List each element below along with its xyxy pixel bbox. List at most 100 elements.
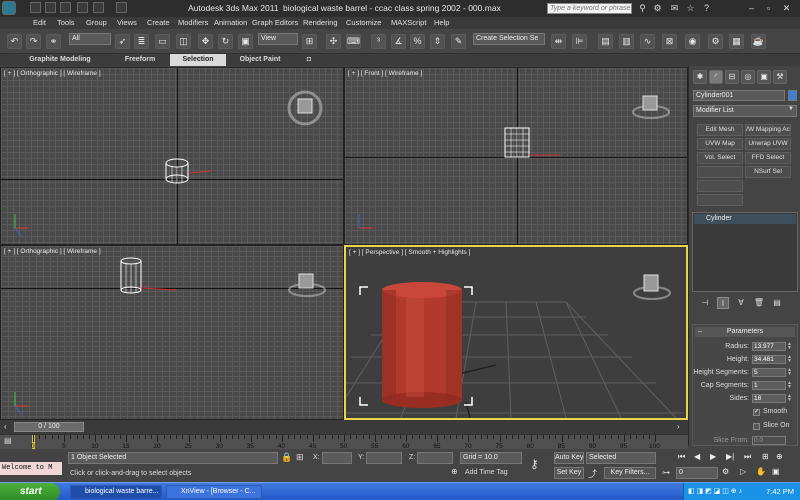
empty-modifier-button[interactable] xyxy=(697,180,743,192)
tab-object-paint[interactable]: Object Paint xyxy=(232,54,288,66)
time-slider[interactable]: ‹ 0 / 100 › xyxy=(0,420,688,434)
object-color-swatch[interactable] xyxy=(788,90,797,101)
maxscript-listener[interactable]: Welcome to M xyxy=(0,462,62,475)
menu-help[interactable]: Help xyxy=(434,18,449,27)
minimize-icon[interactable]: – xyxy=(745,2,758,14)
graphite-toggle-icon[interactable]: ▥ xyxy=(619,34,634,49)
menu-rendering[interactable]: Rendering xyxy=(303,18,338,27)
y-coordinate-field[interactable] xyxy=(366,452,402,464)
height-input[interactable]: 34.481 xyxy=(752,355,786,364)
height-segments-input[interactable]: 5 xyxy=(752,368,786,377)
percent-snap-icon[interactable]: % xyxy=(410,34,425,49)
taskbar-item-xnview[interactable]: XnView - [Browser - C... xyxy=(166,485,262,499)
select-and-scale-icon[interactable]: ▣ xyxy=(238,34,253,49)
viewcube-icon[interactable] xyxy=(285,266,335,306)
named-selection-dropdown[interactable]: Create Selection Se xyxy=(473,33,545,45)
spinner-icon[interactable]: ▲ ▼ xyxy=(787,342,793,351)
remove-modifier-icon[interactable]: 🗑 xyxy=(753,297,765,309)
menu-graph-editors[interactable]: Graph Editors xyxy=(252,18,298,27)
favorites-icon[interactable]: ☆ xyxy=(684,2,697,14)
menu-edit[interactable]: Edit xyxy=(33,18,46,27)
ribbon-options-icon[interactable]: ◘ xyxy=(302,54,316,66)
redo-icon[interactable] xyxy=(93,2,104,13)
play-icon[interactable]: ▶ xyxy=(710,452,716,461)
add-time-tag[interactable]: Add Time Tag xyxy=(465,469,508,476)
window-crossing-icon[interactable]: ◫ xyxy=(176,34,191,49)
select-and-rotate-icon[interactable]: ↻ xyxy=(218,34,233,49)
align-icon[interactable]: ⊫ xyxy=(572,34,587,49)
hierarchy-tab-icon[interactable]: ⊟ xyxy=(725,70,739,84)
menu-create[interactable]: Create xyxy=(147,18,170,27)
undo-icon[interactable] xyxy=(77,2,88,13)
stack-item-cylinder[interactable]: Cylinder xyxy=(694,214,796,224)
lock-selection-icon[interactable]: 🔒 xyxy=(281,452,293,464)
pivot-center-icon[interactable]: ⊞ xyxy=(302,34,317,49)
material-editor-icon[interactable]: ◉ xyxy=(685,34,700,49)
angle-snap-icon[interactable]: ∡ xyxy=(391,34,406,49)
search-input[interactable]: Type a keyword or phrase xyxy=(547,3,632,14)
select-and-move-icon[interactable]: ✥ xyxy=(198,34,213,49)
open-file-icon[interactable] xyxy=(45,2,56,13)
go-to-end-icon[interactable]: ⏭ xyxy=(744,452,751,462)
key-mode-toggle-icon[interactable]: ⊶ xyxy=(662,468,672,478)
select-by-name-icon[interactable]: ≣ xyxy=(134,34,149,49)
key-filters-button[interactable]: Key Filters... xyxy=(604,467,656,479)
set-key-button[interactable]: Set Key xyxy=(554,467,584,479)
spinner-icon[interactable]: ▲ ▼ xyxy=(787,355,793,364)
search-binoculars-icon[interactable]: ⚲ xyxy=(636,2,649,14)
redo-toolbar-icon[interactable]: ↷ xyxy=(26,34,41,49)
next-key-icon[interactable]: ▶| xyxy=(726,452,734,461)
mini-curve-editor-icon[interactable]: ▤ xyxy=(4,436,18,448)
edit-mesh-button[interactable]: Edit Mesh xyxy=(697,124,743,136)
select-manipulate-icon[interactable]: ✣ xyxy=(326,34,341,49)
start-button[interactable]: start xyxy=(0,483,60,500)
time-tag-icon[interactable]: ⊕ xyxy=(451,467,461,477)
schematic-view-icon[interactable]: ⊠ xyxy=(662,34,677,49)
spinner-icon[interactable]: ▲ ▼ xyxy=(787,394,793,403)
x-coordinate-field[interactable] xyxy=(322,452,352,464)
snaps-toggle-icon[interactable]: ³ xyxy=(371,34,386,49)
set-key-key-icon[interactable]: ⚷ xyxy=(530,457,548,471)
pan-view-icon[interactable]: ✋ xyxy=(756,467,768,479)
reference-coordinate-dropdown[interactable]: View xyxy=(258,33,298,45)
slice-from-input[interactable]: 0.0 xyxy=(752,436,786,445)
go-to-start-icon[interactable]: ⏮ xyxy=(678,452,685,462)
viewport-front[interactable]: [ + ] [ Front ] [ Wireframe ] xyxy=(344,67,688,245)
menu-animation[interactable]: Animation xyxy=(214,18,247,27)
sides-input[interactable]: 18 xyxy=(752,394,786,403)
modify-tab-icon[interactable]: ◜ xyxy=(709,70,723,84)
time-slider-thumb[interactable]: 0 / 100 xyxy=(14,422,84,432)
utilities-tab-icon[interactable]: ⚒ xyxy=(773,70,787,84)
tab-freeform[interactable]: Freeform xyxy=(118,54,162,66)
object-name-field[interactable]: Cylinder001 xyxy=(693,90,785,101)
slice-on-checkbox[interactable] xyxy=(753,423,760,430)
make-unique-icon[interactable]: ∀ xyxy=(735,297,747,309)
select-object-icon[interactable]: ➶ xyxy=(115,34,130,49)
zoom-extents-icon[interactable]: ⊞ xyxy=(762,452,769,461)
parameters-header[interactable]: – Parameters xyxy=(695,327,795,337)
new-file-icon[interactable] xyxy=(30,2,41,13)
communication-icon[interactable]: ✉ xyxy=(668,2,681,14)
current-frame-field[interactable]: 0 xyxy=(676,467,718,479)
keyboard-shortcut-icon[interactable]: ⌨ xyxy=(346,34,361,49)
project-folder-icon[interactable] xyxy=(116,2,127,13)
viewcube-icon[interactable] xyxy=(285,88,325,128)
nsurf-sel-button[interactable]: NSurf Sel xyxy=(745,166,791,178)
close-icon[interactable]: ✕ xyxy=(780,2,793,14)
viewport-orthographic-bottom-left[interactable]: [ + ] [ Orthographic ] [ Wireframe ] xyxy=(0,245,344,420)
unwrap-uvw-button[interactable]: Unwrap UVW xyxy=(745,138,791,150)
tab-selection[interactable]: Selection xyxy=(170,54,226,66)
tray-icons[interactable]: ◧ ◨ ◩ ◪ ◫ ⊕ ♪ xyxy=(688,487,742,495)
menu-views[interactable]: Views xyxy=(117,18,137,27)
uvw-mapping-button[interactable]: /W Mapping Ac xyxy=(745,124,791,136)
modifier-list-dropdown[interactable]: Modifier List xyxy=(693,105,797,117)
key-mode-dropdown[interactable]: Selected xyxy=(586,452,656,464)
undo-toolbar-icon[interactable]: ↶ xyxy=(7,34,22,49)
viewport-perspective[interactable]: [ + ] [ Perspective ] [ Smooth + Highlig… xyxy=(344,245,688,420)
spinner-snap-icon[interactable]: ⇕ xyxy=(430,34,445,49)
menu-modifiers[interactable]: Modifiers xyxy=(178,18,208,27)
empty-modifier-button[interactable] xyxy=(697,166,743,178)
maximize-icon[interactable]: ▫ xyxy=(762,2,775,14)
taskbar-item-3dsmax[interactable]: biological waste barre... xyxy=(70,485,162,499)
motion-tab-icon[interactable]: ◎ xyxy=(741,70,755,84)
